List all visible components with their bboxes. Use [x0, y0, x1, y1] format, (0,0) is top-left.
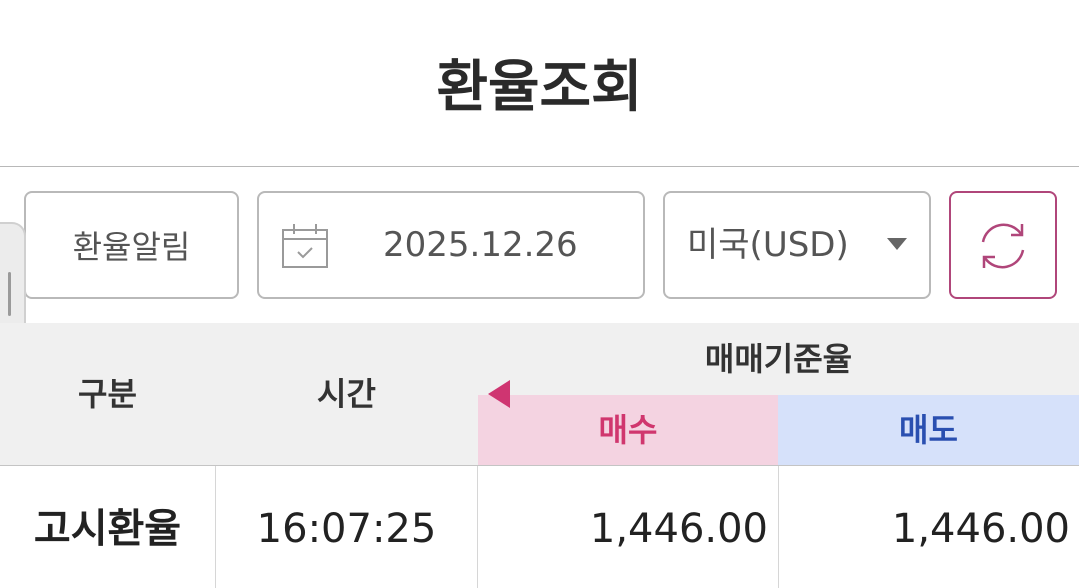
header-base-rate: 매매기준율 [704, 340, 853, 378]
drawer-grip-icon [8, 272, 11, 316]
row-buy-rate: 1,446.00 [589, 506, 768, 552]
row-sell-rate: 1,446.00 [891, 506, 1070, 552]
header-time: 시간 [317, 375, 376, 413]
refresh-icon [981, 223, 1025, 269]
header-buy: 매수 [478, 395, 778, 465]
refresh-button[interactable] [949, 191, 1057, 299]
scroll-left-arrow-icon[interactable] [488, 380, 510, 408]
header-sell: 매도 [778, 395, 1079, 465]
header-category: 구분 [78, 375, 137, 413]
page-title: 환율조회 [436, 55, 643, 120]
row-label: 고시환율 [33, 506, 182, 552]
currency-select[interactable]: 미국(USD) [663, 191, 931, 299]
calendar-icon [282, 224, 328, 268]
rate-alarm-button[interactable]: 환율알림 [24, 191, 239, 299]
date-value: 2025.12.26 [383, 225, 578, 265]
exchange-rate-page: 환율조회 환율알림 2025.12.26 미국(USD) 구분 시간 매매기준율… [0, 0, 1079, 588]
title-divider [0, 166, 1079, 167]
row-time: 16:07:25 [256, 506, 437, 552]
dropdown-caret-icon [887, 238, 907, 250]
currency-value: 미국(USD) [687, 225, 849, 265]
date-picker-field[interactable]: 2025.12.26 [257, 191, 645, 299]
